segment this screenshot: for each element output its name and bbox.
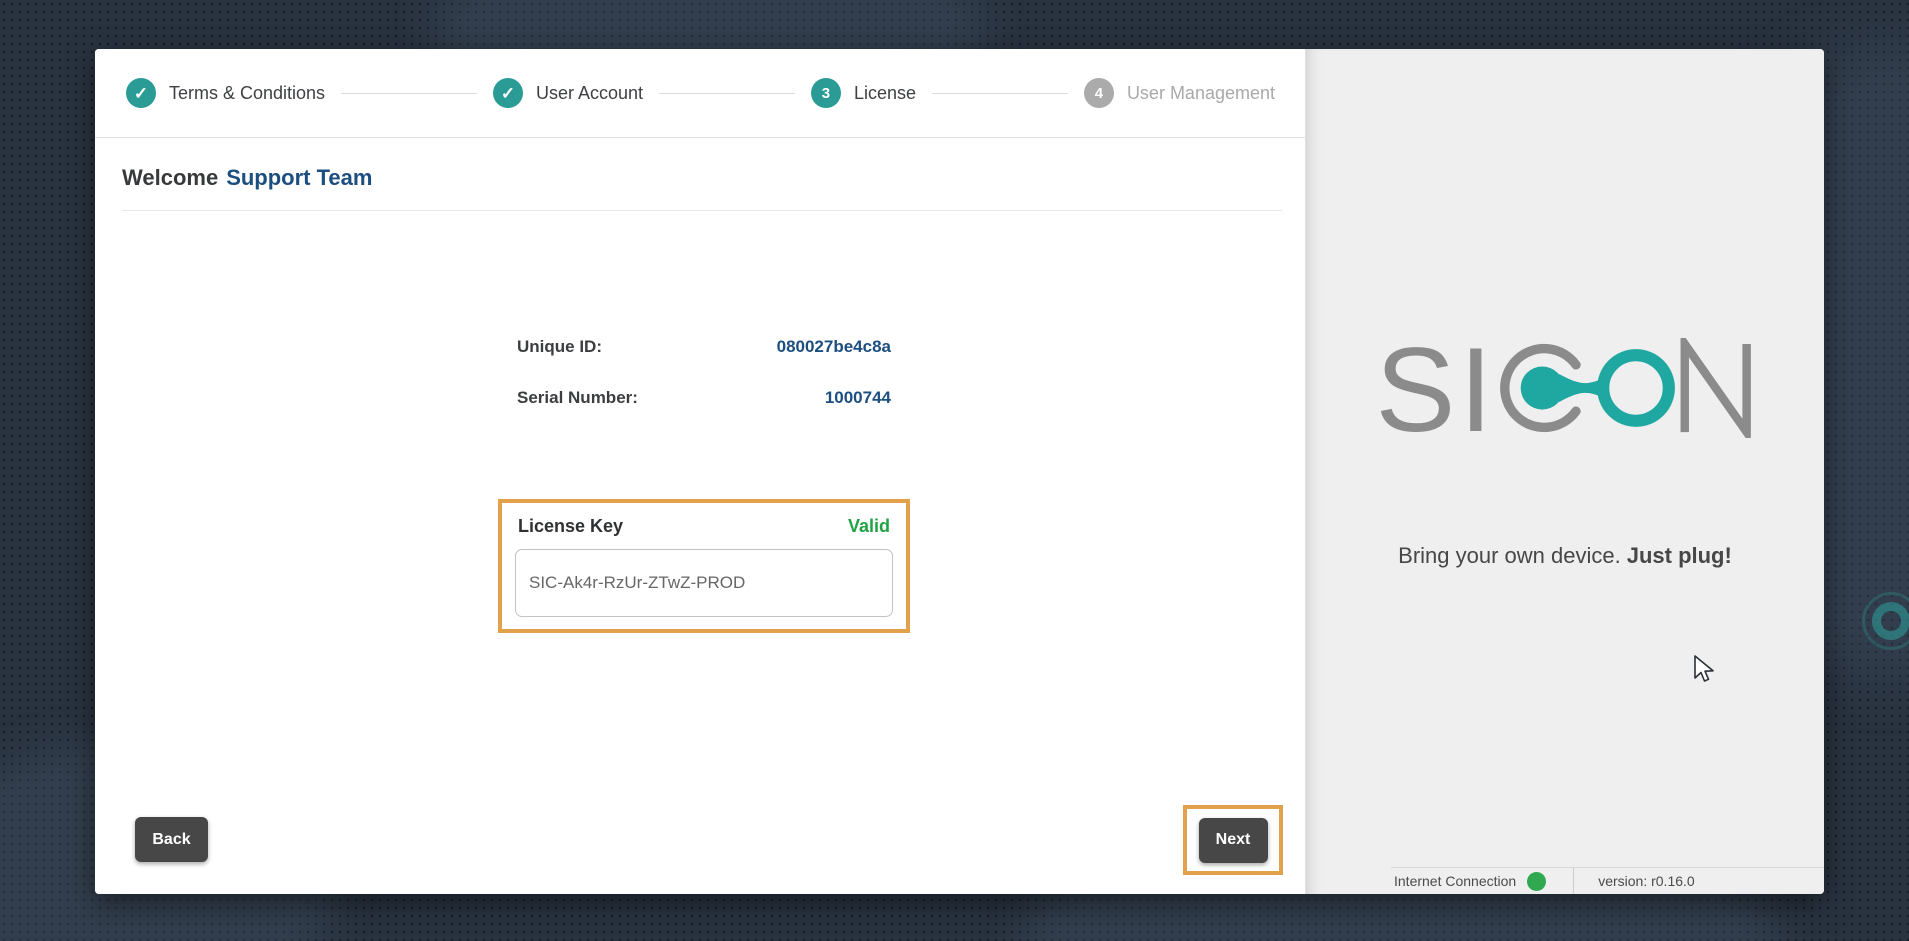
version-label: version: r0.16.0: [1598, 873, 1695, 889]
heading-divider: [122, 210, 1282, 211]
tagline-bold: Just plug!: [1627, 543, 1732, 568]
status-divider: [1573, 868, 1574, 895]
license-key-header: License Key Valid: [515, 516, 893, 537]
logo-connector: [1559, 374, 1602, 402]
wizard-stepper: ✓ Terms & Conditions ✓ User Account 3 Li…: [95, 49, 1305, 138]
step-terms-and-conditions[interactable]: ✓ Terms & Conditions: [126, 78, 325, 108]
license-key-input[interactable]: [515, 549, 893, 617]
check-icon: ✓: [501, 85, 515, 102]
license-valid-badge: Valid: [848, 516, 890, 537]
logo-dot: [1521, 366, 1564, 409]
page-title: Welcome Support Team: [122, 165, 372, 191]
logo-letters-si: SI: [1381, 338, 1496, 438]
check-circle-icon: ✓: [493, 78, 523, 108]
unique-id-value: 080027be4c8a: [777, 337, 891, 357]
internet-connection-label: Internet Connection: [1394, 873, 1516, 889]
stepper-connector-line: [659, 93, 795, 94]
serial-number-row: Serial Number: 1000744: [498, 387, 910, 409]
unique-id-row: Unique ID: 080027be4c8a: [498, 336, 910, 358]
back-button[interactable]: Back: [135, 817, 208, 862]
logo-letter-o-ring: [1603, 355, 1669, 421]
brand-panel: SI Bring your own device.Just plug! Inte…: [1305, 49, 1824, 894]
logo-letter-n: [1685, 344, 1747, 432]
brand-tagline: Bring your own device.Just plug!: [1306, 543, 1824, 569]
wizard-main-area: ✓ Terms & Conditions ✓ User Account 3 Li…: [95, 49, 1305, 894]
license-form: Unique ID: 080027be4c8a Serial Number: 1…: [498, 336, 910, 633]
step-label: License: [854, 83, 916, 104]
step-user-management: 4 User Management: [1084, 78, 1275, 108]
step-user-account[interactable]: ✓ User Account: [493, 78, 643, 108]
next-button-highlight: Next: [1183, 805, 1283, 875]
connection-status-dot-icon: [1527, 872, 1546, 891]
step-number-icon: 4: [1084, 78, 1114, 108]
next-button[interactable]: Next: [1199, 818, 1268, 863]
check-circle-icon: ✓: [126, 78, 156, 108]
setup-wizard-card: ✓ Terms & Conditions ✓ User Account 3 Li…: [95, 49, 1824, 894]
serial-number-value: 1000744: [825, 388, 891, 408]
step-number-icon: 3: [811, 78, 841, 108]
step-label: Terms & Conditions: [169, 83, 325, 104]
background-ring-decoration: [1872, 602, 1909, 640]
stepper-connector-line: [341, 93, 477, 94]
welcome-text: Welcome: [122, 165, 218, 190]
mouse-cursor-icon: [1693, 655, 1717, 685]
unique-id-label: Unique ID:: [517, 337, 602, 357]
panel-status-bar: Internet Connection version: r0.16.0: [1391, 867, 1824, 894]
step-license[interactable]: 3 License: [811, 78, 916, 108]
serial-number-label: Serial Number:: [517, 388, 638, 408]
step-label: User Account: [536, 83, 643, 104]
tagline-normal: Bring your own device.: [1398, 543, 1621, 568]
stepper-connector-line: [932, 93, 1068, 94]
step-label: User Management: [1127, 83, 1275, 104]
license-key-label: License Key: [518, 516, 623, 537]
license-key-highlight-box: License Key Valid: [498, 499, 910, 633]
team-name-text: Support Team: [226, 165, 372, 190]
sicon-logo: SI: [1381, 338, 1756, 438]
check-icon: ✓: [134, 85, 148, 102]
